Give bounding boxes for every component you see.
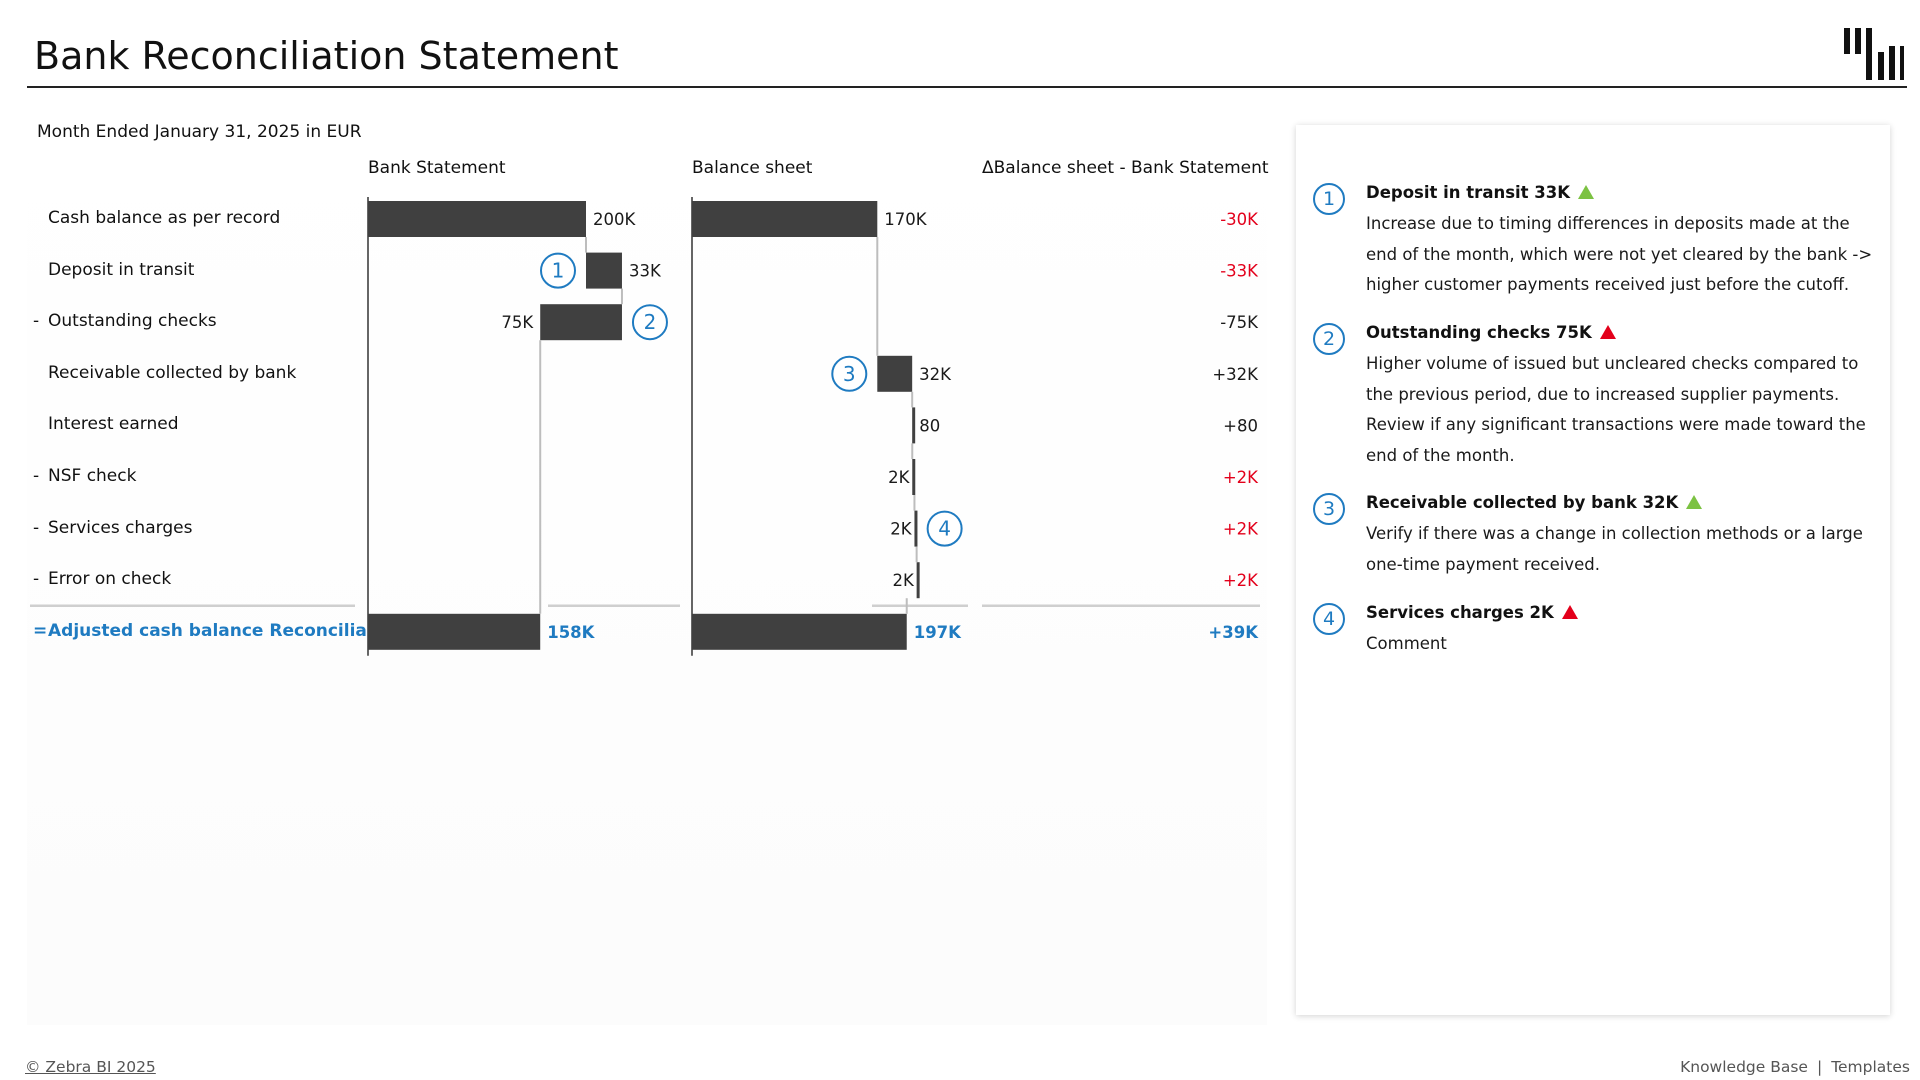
waterfall-bar: [912, 407, 916, 444]
footer-separator: |: [1816, 1058, 1823, 1076]
knowledge-base-link[interactable]: Knowledge Base: [1680, 1058, 1808, 1076]
delta-value: -75K: [1220, 313, 1259, 332]
note-title-text: Deposit in transit 33K: [1366, 183, 1571, 202]
note-title: Receivable collected by bank 32K: [1366, 492, 1876, 514]
note-title-text: Outstanding checks 75K: [1366, 323, 1592, 342]
data-label: 33K: [629, 262, 662, 281]
note-number-circle: 4: [1313, 603, 1345, 635]
waterfall-bar: [692, 613, 907, 650]
waterfall-bar: [540, 304, 622, 341]
note-number-circle: 1: [1313, 183, 1345, 215]
note-body: Higher volume of issued but uncleared ch…: [1366, 354, 1866, 465]
trend-triangle-icon: [1578, 185, 1595, 199]
delta-value: -33K: [1220, 262, 1259, 281]
note-item: Services charges 2K Comment: [1366, 602, 1876, 660]
footer-links: Knowledge Base | Templates: [1680, 1058, 1910, 1076]
data-label: 158K: [547, 623, 595, 642]
waterfall-bar: [916, 562, 920, 599]
note-title: Services charges 2K: [1366, 602, 1876, 624]
marker-number: 1: [552, 259, 565, 283]
data-label: 170K: [884, 210, 927, 229]
templates-link[interactable]: Templates: [1831, 1058, 1910, 1076]
delta-value: +39K: [1208, 623, 1259, 642]
data-label: 197K: [914, 623, 962, 642]
trend-triangle-icon: [1686, 495, 1703, 509]
marker-number: 3: [843, 362, 856, 386]
trend-triangle-icon: [1599, 325, 1616, 339]
waterfall-bar: [912, 459, 916, 495]
copyright-link[interactable]: © Zebra BI 2025: [25, 1058, 156, 1076]
delta-value: +80: [1223, 416, 1258, 435]
data-label: 2K: [892, 571, 914, 590]
note-body: Increase due to timing differences in de…: [1366, 214, 1873, 294]
waterfall-bar: [914, 510, 918, 547]
note-title-text: Receivable collected by bank 32K: [1366, 493, 1679, 512]
delta-value: +32K: [1212, 365, 1259, 384]
note-item: Receivable collected by bank 32K Verify i…: [1366, 492, 1876, 580]
waterfall-bar: [877, 355, 913, 392]
note-body: Verify if there was a change in collecti…: [1366, 524, 1863, 574]
delta-value: +2K: [1223, 520, 1259, 539]
note-title: Outstanding checks 75K: [1366, 322, 1876, 344]
data-label: 2K: [888, 468, 910, 487]
note-item: Deposit in transit 33K Increase due to ti…: [1366, 182, 1876, 301]
waterfall-bar: [586, 252, 622, 289]
note-body: Comment: [1366, 634, 1447, 653]
delta-value: +2K: [1223, 468, 1259, 487]
waterfall-bar: [368, 201, 586, 237]
waterfall-bar: [368, 613, 541, 650]
waterfall-chart: 200K 33K 75K 158K 170K 32K 80 2K 2K 2K 197K -30K -33…: [30, 197, 1260, 656]
note-title-text: Services charges 2K: [1366, 603, 1554, 622]
trend-triangle-icon: [1561, 605, 1578, 619]
data-label: 2K: [890, 520, 912, 539]
data-label: 200K: [593, 210, 636, 229]
zebra-bi-logo: [1844, 28, 1904, 80]
marker-number: 2: [644, 310, 657, 334]
data-label: 80: [919, 416, 940, 435]
note-title: Deposit in transit 33K: [1366, 182, 1876, 204]
marker-number: 4: [938, 517, 951, 541]
delta-value: +2K: [1223, 571, 1259, 590]
note-item: Outstanding checks 75K Higher volume of i…: [1366, 322, 1876, 471]
note-number-circle: 2: [1313, 323, 1345, 355]
waterfall-bar: [692, 201, 878, 237]
note-number-circle: 3: [1313, 493, 1345, 525]
delta-value: -30K: [1220, 210, 1259, 229]
data-label: 32K: [919, 365, 952, 384]
data-label: 75K: [501, 313, 534, 332]
